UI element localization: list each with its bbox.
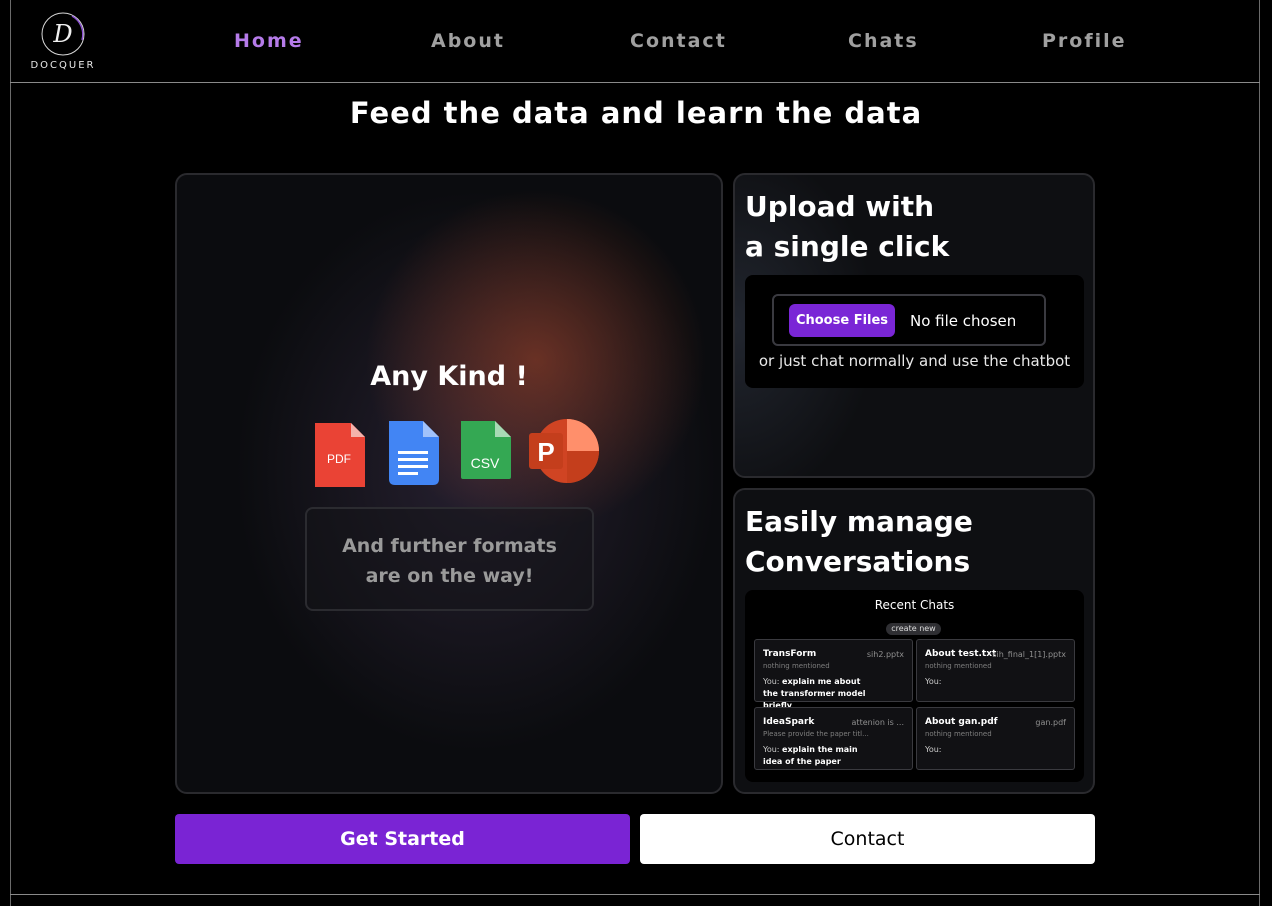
manage-title: Easily manage Conversations bbox=[745, 502, 973, 582]
format-icons: PDF CSV P bbox=[313, 419, 613, 494]
chat-subtitle: Please provide the paper titl... bbox=[763, 730, 869, 738]
chat-file: gan.pdf bbox=[1035, 718, 1066, 727]
chat-file: sih2.pptx bbox=[866, 650, 904, 659]
docs-file-icon bbox=[389, 421, 439, 485]
chat-last-message: You: bbox=[925, 745, 942, 754]
svg-text:P: P bbox=[537, 437, 554, 467]
chat-last-message: You: bbox=[925, 677, 942, 686]
powerpoint-icon: P bbox=[529, 419, 599, 483]
chat-card[interactable]: About gan.pdf gan.pdf nothing mentioned … bbox=[916, 707, 1075, 770]
chat-title: About test.txt bbox=[925, 649, 997, 659]
no-file-label: No file chosen bbox=[910, 312, 1017, 330]
csv-file-icon: CSV bbox=[461, 421, 511, 479]
upload-card: Upload with a single click Choose Files … bbox=[733, 173, 1095, 478]
chat-title: TransForm bbox=[763, 649, 817, 659]
chatbot-hint: or just chat normally and use the chatbo… bbox=[758, 352, 1071, 370]
manage-conversations-card: Easily manage Conversations Recent Chats… bbox=[733, 488, 1095, 794]
chat-title: About gan.pdf bbox=[925, 717, 998, 727]
contact-button[interactable]: Contact bbox=[640, 814, 1095, 864]
chat-subtitle: nothing mentioned bbox=[763, 662, 830, 670]
chat-subtitle: nothing mentioned bbox=[925, 730, 992, 738]
chat-card[interactable]: IdeaSpark attenion is ... Please provide… bbox=[754, 707, 913, 770]
logo-emblem-icon: D bbox=[41, 12, 85, 56]
formats-card: Any Kind ! PDF CSV P And further formats… bbox=[175, 173, 723, 794]
upload-title-line2: a single click bbox=[745, 230, 950, 263]
file-input[interactable]: Choose Files No file chosen bbox=[772, 294, 1046, 346]
svg-text:CSV: CSV bbox=[471, 455, 500, 471]
chat-card[interactable]: About test.txt sih_final_1[1].pptx nothi… bbox=[916, 639, 1075, 702]
recent-chats-title: Recent Chats bbox=[874, 598, 955, 612]
upload-title-line1: Upload with bbox=[745, 190, 935, 223]
pdf-file-icon: PDF bbox=[315, 423, 365, 487]
chat-last-message: You: explain the main idea of the paper bbox=[763, 745, 858, 766]
upload-box: Choose Files No file chosen or just chat… bbox=[745, 275, 1084, 388]
nav-home[interactable]: Home bbox=[234, 30, 304, 52]
svg-text:PDF: PDF bbox=[327, 452, 351, 466]
logo[interactable]: D DOCQUER bbox=[28, 10, 98, 72]
recent-chats-preview: Recent Chats create new TransForm sih2.p… bbox=[745, 590, 1084, 782]
choose-files-button[interactable]: Choose Files bbox=[789, 304, 895, 337]
chat-subtitle: nothing mentioned bbox=[925, 662, 992, 670]
further-formats-line2: are on the way! bbox=[365, 565, 534, 587]
manage-title-line2: Conversations bbox=[745, 545, 971, 578]
footer-divider bbox=[10, 894, 1260, 895]
chat-file: attenion is ... bbox=[851, 718, 904, 727]
svg-text:D: D bbox=[52, 20, 72, 48]
formats-title: Any Kind ! bbox=[370, 361, 528, 392]
further-formats-note: And further formats are on the way! bbox=[305, 507, 594, 611]
get-started-button[interactable]: Get Started bbox=[175, 814, 630, 864]
chat-title: IdeaSpark bbox=[763, 717, 815, 727]
manage-title-line1: Easily manage bbox=[745, 505, 973, 538]
nav-about[interactable]: About bbox=[431, 30, 505, 52]
create-new-button[interactable]: create new bbox=[886, 623, 941, 635]
nav-contact[interactable]: Contact bbox=[630, 30, 727, 52]
further-formats-line1: And further formats bbox=[342, 535, 557, 557]
nav-profile[interactable]: Profile bbox=[1042, 30, 1127, 52]
navbar: D DOCQUER Home About Contact Chats Profi… bbox=[10, 0, 1260, 83]
upload-title: Upload with a single click bbox=[745, 187, 949, 267]
nav-chats[interactable]: Chats bbox=[848, 30, 919, 52]
chat-file: sih_final_1[1].pptx bbox=[992, 650, 1066, 659]
chat-card[interactable]: TransForm sih2.pptx nothing mentioned Yo… bbox=[754, 639, 913, 710]
page-title: Feed the data and learn the data bbox=[349, 96, 923, 130]
logo-text: DOCQUER bbox=[30, 60, 96, 71]
